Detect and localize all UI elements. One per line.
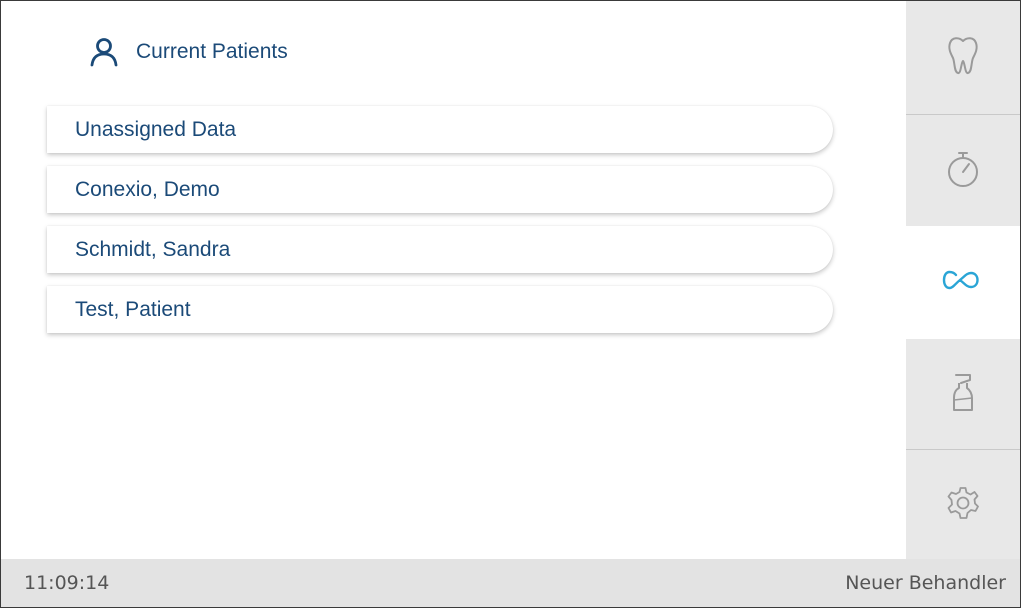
patient-list: Unassigned Data Conexio, Demo Schmidt, S… [47, 106, 833, 346]
patient-item-test-patient[interactable]: Test, Patient [47, 286, 833, 333]
tab-treatment[interactable] [906, 1, 1020, 115]
connection-icon [942, 269, 982, 296]
tab-hygiene[interactable] [906, 339, 1020, 450]
patient-item-conexio-demo[interactable]: Conexio, Demo [47, 166, 833, 213]
gear-icon [946, 486, 980, 525]
page-title: Current Patients [136, 40, 288, 63]
tooth-icon [945, 34, 981, 81]
main-panel: Current Patients Unassigned Data Conexio… [1, 1, 906, 559]
patient-label: Test, Patient [75, 297, 191, 321]
page-header: Current Patients [89, 37, 288, 67]
patient-label: Unassigned Data [75, 117, 237, 141]
patient-item-schmidt-sandra[interactable]: Schmidt, Sandra [47, 226, 833, 273]
tab-connection[interactable] [904, 226, 1020, 339]
stopwatch-icon [944, 149, 982, 194]
patient-item-unassigned-data[interactable]: Unassigned Data [47, 106, 833, 153]
tab-timer[interactable] [906, 116, 1020, 226]
tab-settings[interactable] [906, 451, 1020, 559]
status-bar: 11:09:14 Neuer Behandler [1, 559, 1020, 607]
app-window: Current Patients Unassigned Data Conexio… [0, 0, 1021, 608]
current-user: Neuer Behandler [845, 572, 1006, 594]
patient-label: Schmidt, Sandra [75, 237, 231, 261]
patient-label: Conexio, Demo [75, 177, 220, 201]
clock-time: 11:09:14 [24, 572, 110, 594]
person-icon [89, 37, 119, 67]
sidebar-nav [904, 1, 1020, 559]
spray-bottle-icon [948, 371, 978, 418]
